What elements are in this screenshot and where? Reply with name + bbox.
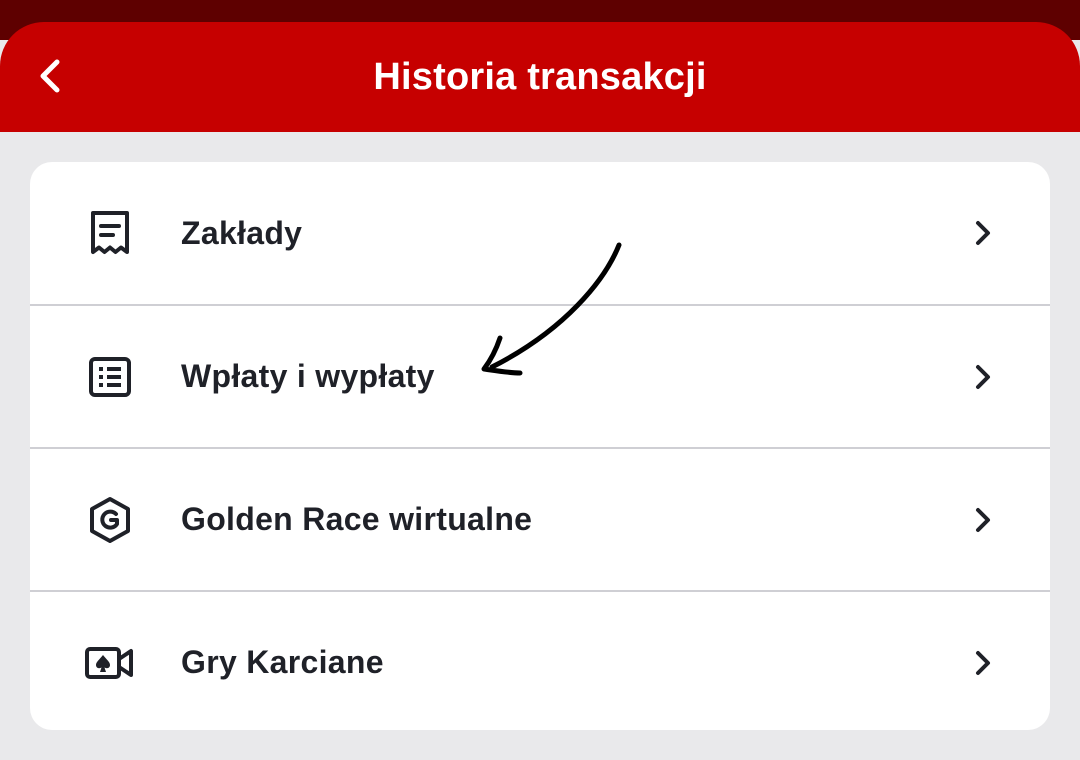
hexagon-g-icon bbox=[82, 492, 138, 548]
chevron-right-icon bbox=[968, 218, 998, 248]
menu-item-wplaty-i-wyplaty[interactable]: Wpłaty i wypłaty bbox=[30, 304, 1050, 447]
transaction-history-menu: Zakłady Wpłaty i wypłaty Golden Race wir… bbox=[30, 162, 1050, 730]
menu-item-label: Gry Karciane bbox=[181, 644, 384, 680]
menu-item-label: Wpłaty i wypłaty bbox=[181, 358, 435, 394]
menu-item-golden-race-wirtualne[interactable]: Golden Race wirtualne bbox=[30, 447, 1050, 590]
chevron-right-icon bbox=[968, 648, 998, 678]
chevron-right-icon bbox=[968, 505, 998, 535]
page-title: Historia transakcji bbox=[373, 56, 707, 98]
receipt-icon bbox=[82, 205, 138, 261]
menu-item-gry-karciane[interactable]: Gry Karciane bbox=[30, 590, 1050, 730]
card-video-camera-icon bbox=[82, 635, 138, 691]
app-header: Historia transakcji bbox=[0, 22, 1080, 132]
menu-item-label: Golden Race wirtualne bbox=[181, 501, 533, 537]
menu-item-label: Zakłady bbox=[181, 214, 303, 251]
menu-item-zaklady[interactable]: Zakłady bbox=[30, 162, 1050, 304]
list-document-icon bbox=[82, 349, 138, 405]
chevron-right-icon bbox=[968, 362, 998, 392]
